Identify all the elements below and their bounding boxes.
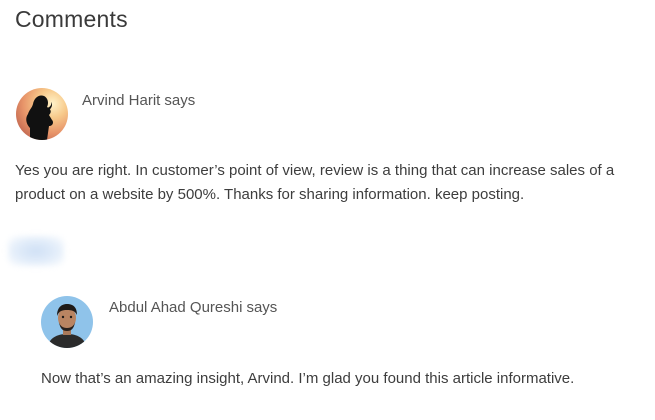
comment-says-label: says bbox=[164, 92, 196, 109]
comment-says-label: says bbox=[246, 299, 278, 316]
reply-button[interactable] bbox=[8, 236, 64, 266]
silhouette-sunset-avatar-icon bbox=[16, 88, 68, 140]
comment-text: Yes you are right. In customer’s point o… bbox=[15, 162, 615, 203]
comment-author-name: Arvind Harit bbox=[82, 92, 161, 109]
comments-title: Comments bbox=[15, 6, 128, 32]
comment-author-line: Arvind Harit says bbox=[82, 92, 195, 109]
comment-author-name: Abdul Ahad Qureshi bbox=[109, 299, 243, 316]
comment-text: Now that’s an amazing insight, Arvind. I… bbox=[41, 370, 575, 387]
comment-author-line: Abdul Ahad Qureshi says bbox=[109, 299, 277, 316]
profile-photo-avatar-icon bbox=[41, 296, 93, 348]
